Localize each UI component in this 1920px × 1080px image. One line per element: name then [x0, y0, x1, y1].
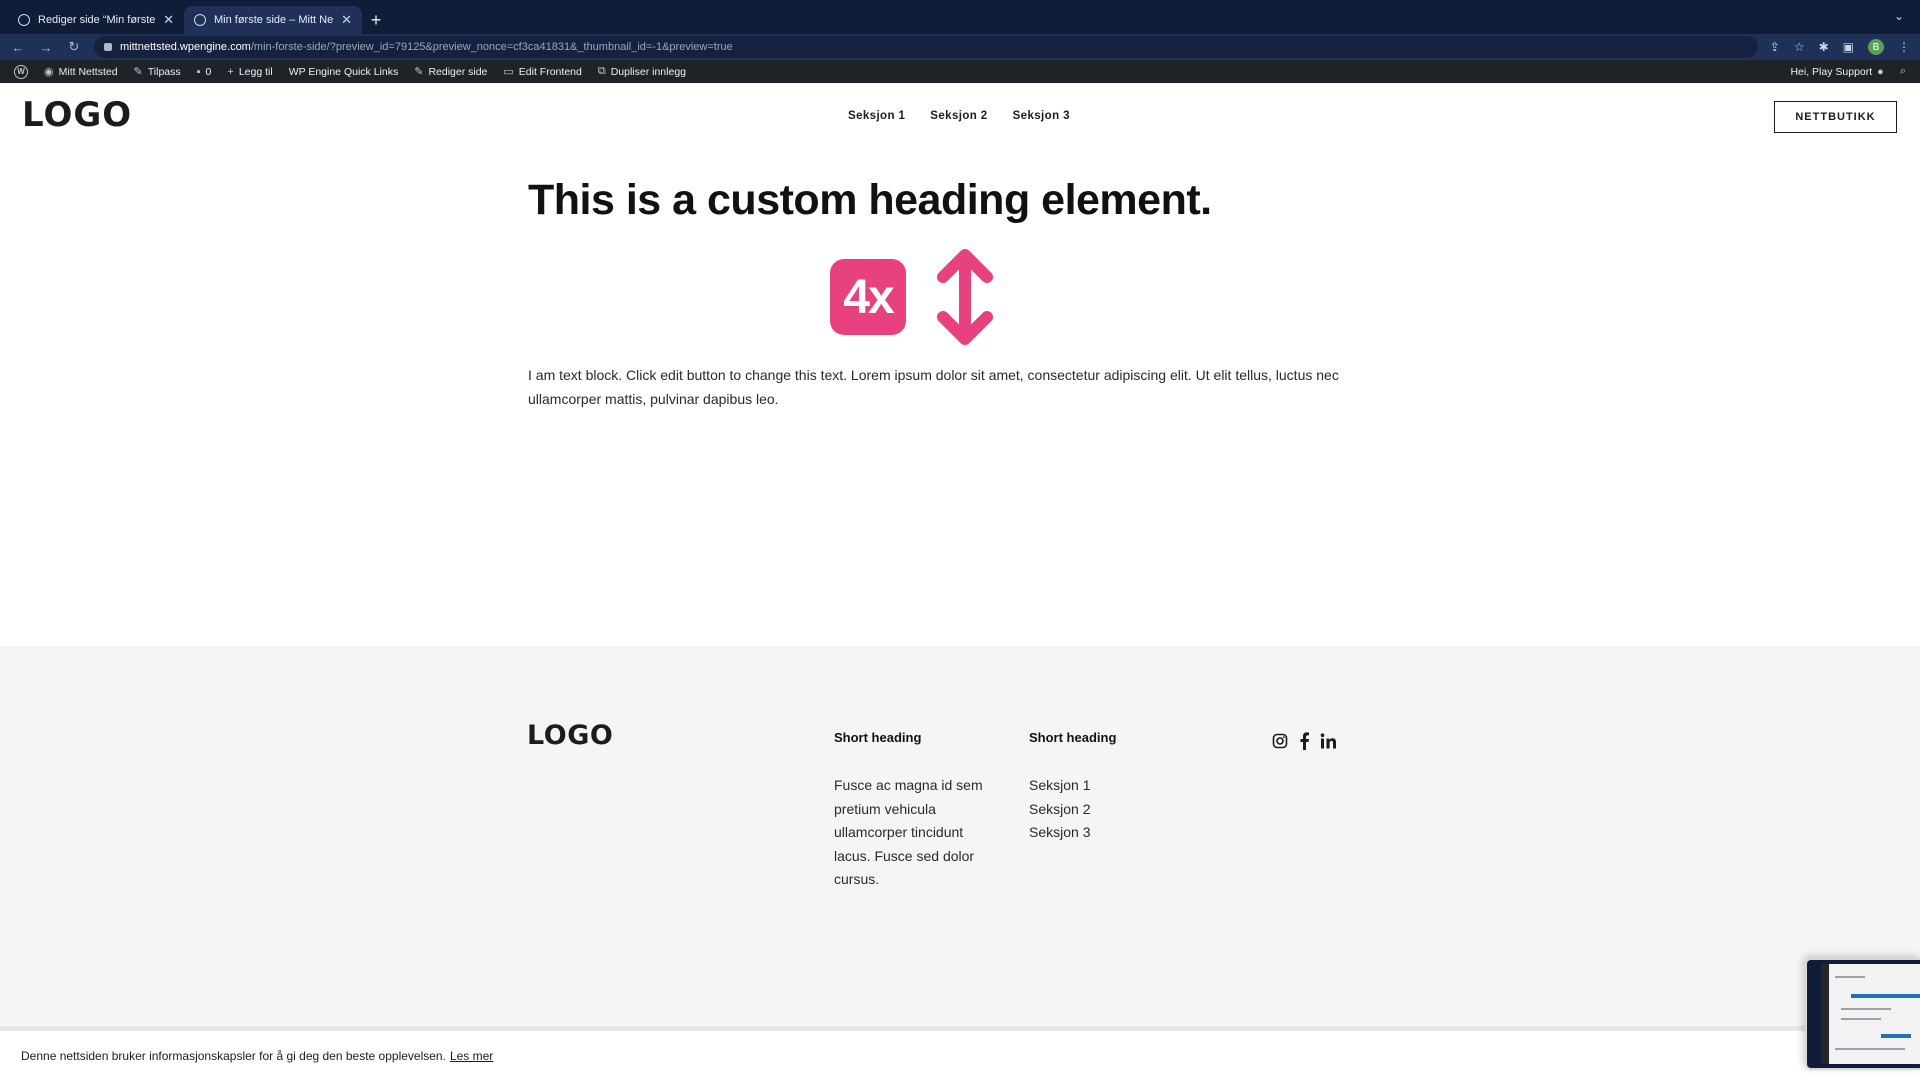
thumbnail-line [1835, 1048, 1905, 1050]
screenshot-thumbnail[interactable] [1805, 958, 1920, 1070]
thumbnail-line [1841, 1008, 1891, 1010]
thumbnail-bar [1851, 994, 1920, 998]
side-panel-icon[interactable]: ▣ [1843, 40, 1854, 54]
wordpress-icon: W [14, 64, 28, 79]
edit-frontend-label: Edit Frontend [518, 65, 582, 78]
thumbnail-sidebar [1821, 964, 1829, 1064]
nav-link-seksjon-3[interactable]: Seksjon 3 [1013, 110, 1070, 122]
social-links [1272, 732, 1337, 750]
nav-link-seksjon-2[interactable]: Seksjon 2 [930, 110, 987, 122]
admin-bar-right: Hei, Play Support ● ⌕ [1782, 65, 1914, 78]
user-icon: ● [1877, 65, 1884, 78]
profile-avatar[interactable]: B [1868, 39, 1884, 55]
edit-page-label: Rediger side [428, 65, 488, 78]
nav-link-seksjon-1[interactable]: Seksjon 1 [848, 110, 905, 122]
nettbutikk-button[interactable]: NETTBUTIKK [1774, 101, 1897, 133]
user-account-menu[interactable]: Hei, Play Support ● [1782, 66, 1891, 78]
4x-badge-icon: 4x [830, 259, 906, 335]
tab-label: Rediger side “Min første side” [38, 14, 156, 26]
footer-link-seksjon-3[interactable]: Seksjon 3 [1029, 821, 1090, 845]
thumbnail-line [1835, 976, 1865, 978]
more-menu-icon[interactable]: ⋮ [1898, 40, 1910, 54]
footer-links: Seksjon 1 Seksjon 2 Seksjon 3 [1029, 774, 1090, 845]
new-tab-button[interactable]: + [362, 6, 390, 34]
duplicate-label: Dupliser innlegg [610, 65, 686, 78]
wp-admin-bar: W ◉ Mitt Nettsted ✎ Tilpass ▪ 0 + Legg til W… [0, 60, 1920, 83]
comments-count: 0 [205, 65, 212, 78]
tab-label: Min første side – Mitt Nettsted [214, 14, 334, 26]
tab-search-chevron-icon[interactable]: ⌄ [1894, 9, 1904, 23]
url-path: /min-forste-side/?preview_id=79125&previ… [250, 41, 733, 53]
footer-col1-heading: Short heading [834, 730, 922, 745]
plus-icon: + [227, 65, 234, 78]
linkedin-icon[interactable] [1320, 733, 1337, 749]
browser-actions: ⇪ ☆ ✱ ▣ B ⋮ [1770, 39, 1910, 55]
site-name-link[interactable]: ◉ Mitt Nettsted [36, 65, 126, 79]
globe-icon [18, 14, 30, 26]
brush-icon: ✎ [133, 66, 143, 78]
star-icon[interactable]: ☆ [1794, 40, 1805, 54]
back-arrow-icon[interactable]: ← [10, 40, 26, 55]
globe-icon [194, 14, 206, 26]
search-icon: ⌕ [1899, 65, 1906, 77]
duplicate-icon: ⧉ [597, 65, 606, 77]
browser-tab-bar: Rediger side “Min første side” ✕ Min før… [0, 0, 1920, 34]
footer-col1-text: Fusce ac magna id sem pretium vehicula u… [834, 777, 983, 887]
thumbnail-bar [1881, 1034, 1911, 1038]
pencil-icon: ✎ [414, 66, 424, 78]
comment-icon: ▪ [196, 65, 201, 78]
facebook-icon[interactable] [1298, 732, 1310, 750]
vertical-arrows-icon [937, 249, 993, 345]
share-icon[interactable]: ⇪ [1770, 40, 1780, 54]
site-logo[interactable]: LOGO [22, 95, 132, 135]
thumbnail-preview [1821, 964, 1920, 1064]
footer-link-seksjon-2[interactable]: Seksjon 2 [1029, 798, 1090, 822]
address-bar[interactable]: mittnettsted.wpengine.com/min-forste-sid… [94, 36, 1758, 58]
comments-link[interactable]: ▪ 0 [189, 66, 220, 78]
duplicate-post-link[interactable]: ⧉ Dupliser innlegg [590, 65, 694, 78]
frontend-editor-icon: ▭ [503, 66, 514, 78]
url-text: mittnettsted.wpengine.com/min-forste-sid… [120, 41, 733, 53]
add-new-label: Legg til [238, 65, 273, 78]
cookie-text: Denne nettsiden bruker informasjonskapsl… [21, 1048, 446, 1063]
add-new-link[interactable]: + Legg til [219, 66, 280, 78]
greeting-label: Hei, Play Support [1790, 65, 1873, 78]
main-navigation: Seksjon 1 Seksjon 2 Seksjon 3 [848, 110, 1070, 122]
browser-tab-preview[interactable]: Min første side – Mitt Nettsted ✕ [184, 6, 362, 34]
url-host: mittnettsted.wpengine.com [120, 41, 251, 53]
site-header: LOGO Seksjon 1 Seksjon 2 Seksjon 3 NETTB… [0, 83, 1920, 151]
customize-link[interactable]: ✎ Tilpass [126, 65, 189, 79]
edit-page-link[interactable]: ✎ Rediger side [406, 65, 495, 79]
admin-search-button[interactable]: ⌕ [1892, 65, 1914, 78]
wp-logo-button[interactable]: W [6, 64, 36, 79]
site-name-label: Mitt Nettsted [58, 65, 118, 78]
cookie-notice: Denne nettsiden bruker informasjonskapsl… [0, 1026, 1920, 1080]
site-footer: LOGO Short heading Fusce ac magna id sem… [0, 646, 1920, 1026]
footer-link-seksjon-1[interactable]: Seksjon 1 [1029, 774, 1090, 798]
browser-toolbar: ← → ↻ mittnettsted.wpengine.com/min-fors… [0, 34, 1920, 60]
thumbnail-line [1841, 1018, 1881, 1020]
browser-tab-edit-page[interactable]: Rediger side “Min første side” ✕ [8, 6, 184, 34]
customize-label: Tilpass [147, 65, 181, 78]
text-block: I am text block. Click edit button to ch… [528, 367, 1339, 407]
reload-icon[interactable]: ↻ [66, 39, 82, 55]
edit-frontend-link[interactable]: ▭ Edit Frontend [495, 65, 589, 79]
close-icon[interactable]: ✕ [341, 12, 352, 28]
quick-links-label: WP Engine Quick Links [288, 65, 399, 78]
forward-arrow-icon[interactable]: → [38, 40, 54, 55]
close-icon[interactable]: ✕ [163, 12, 174, 28]
page-heading: This is a custom heading element. [528, 176, 1212, 224]
instagram-icon[interactable] [1272, 733, 1288, 749]
lock-icon [104, 43, 112, 51]
footer-col2-heading: Short heading [1029, 730, 1117, 745]
cookie-read-more-link[interactable]: Les mer [450, 1049, 493, 1063]
wp-engine-quick-links[interactable]: WP Engine Quick Links [281, 66, 407, 78]
dashboard-icon: ◉ [44, 66, 54, 78]
footer-logo[interactable]: LOGO [527, 720, 613, 751]
extensions-icon[interactable]: ✱ [1819, 40, 1829, 54]
